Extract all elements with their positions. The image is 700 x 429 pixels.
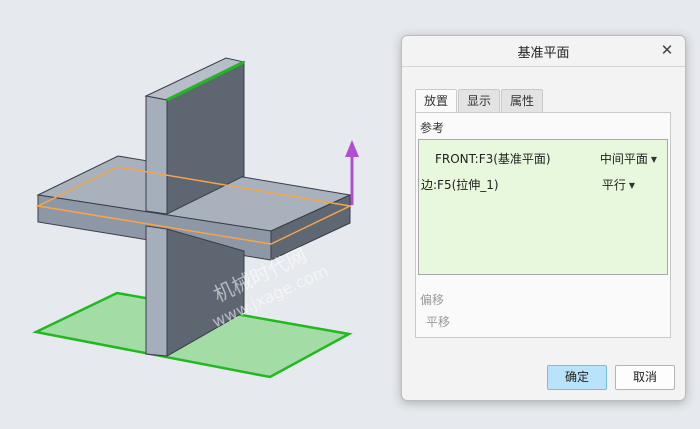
tab-bar: 放置 显示 属性 xyxy=(415,89,544,113)
cancel-button[interactable]: 取消 xyxy=(615,365,675,390)
offset-label: 偏移 xyxy=(420,293,445,307)
reference-row[interactable]: 边:F5(拉伸_1) 平行 ▼ xyxy=(419,174,667,194)
title-divider xyxy=(402,66,685,67)
reference-name: FRONT:F3(基准平面) xyxy=(435,152,551,166)
offset-type-field: 平移 xyxy=(426,315,451,329)
constraint-label: 中间平面 xyxy=(599,152,648,166)
references-list[interactable]: FRONT:F3(基准平面) 中间平面 ▼ 边:F5(拉伸_1) 平行 ▼ xyxy=(418,139,668,275)
dialog-titlebar[interactable]: 基准平面 xyxy=(402,36,685,66)
tab-placement[interactable]: 放置 xyxy=(415,89,458,113)
ok-button[interactable]: 确定 xyxy=(547,365,607,390)
reference-name: 边:F5(拉伸_1) xyxy=(421,178,499,192)
chevron-down-icon: ▼ xyxy=(650,155,657,164)
chevron-down-icon: ▼ xyxy=(628,181,635,190)
constraint-dropdown[interactable]: 中间平面 ▼ xyxy=(600,150,657,167)
dialog-title: 基准平面 xyxy=(517,45,570,61)
tab-properties[interactable]: 属性 xyxy=(501,89,544,112)
close-icon[interactable]: ✕ xyxy=(659,42,675,58)
constraint-label: 平行 xyxy=(601,178,626,192)
vertical-slab-front-lower xyxy=(145,225,168,357)
references-label: 参考 xyxy=(420,121,445,135)
tab-display[interactable]: 显示 xyxy=(458,89,501,112)
constraint-dropdown[interactable]: 平行 ▼ xyxy=(602,176,635,193)
vertical-slab-front-upper xyxy=(145,95,168,215)
datum-plane-dialog: 基准平面 ✕ 放置 显示 属性 参考 FRONT:F3(基准平面) 中间平面 ▼ … xyxy=(401,35,686,401)
placement-panel: 参考 FRONT:F3(基准平面) 中间平面 ▼ 边:F5(拉伸_1) 平行 ▼ 偏… xyxy=(415,112,671,338)
direction-arrow-icon[interactable] xyxy=(345,140,359,157)
reference-row[interactable]: FRONT:F3(基准平面) 中间平面 ▼ xyxy=(419,148,667,168)
